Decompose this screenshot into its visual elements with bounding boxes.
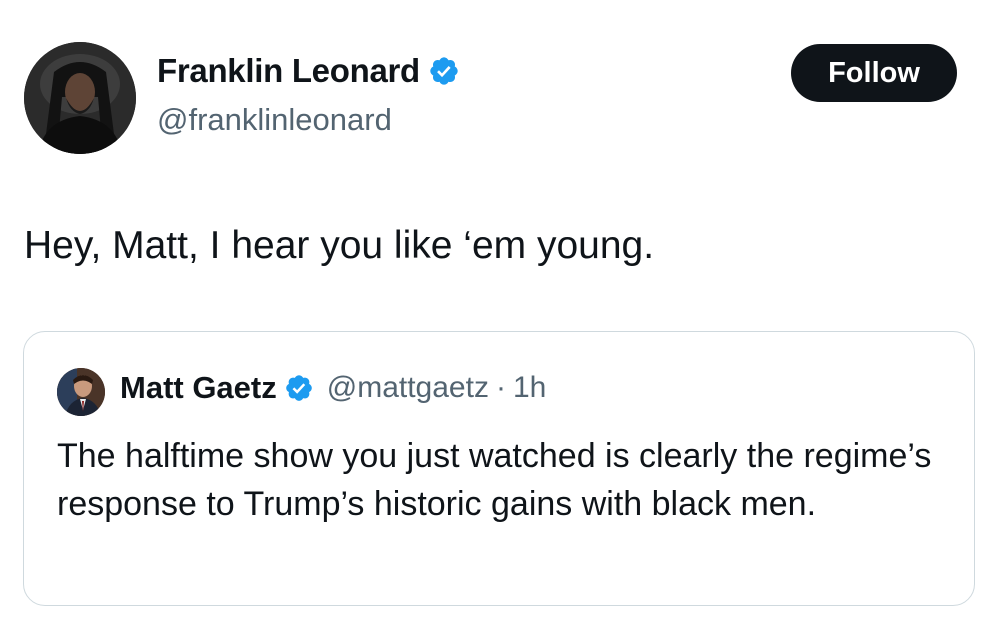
quoted-tweet-header: Matt Gaetz @mattgaetz · 1h xyxy=(120,370,546,406)
quoted-tweet-text: The halftime show you just watched is cl… xyxy=(57,437,932,523)
author-name[interactable]: Franklin Leonard xyxy=(157,52,420,90)
quoted-avatar-image xyxy=(57,368,105,416)
quoted-tweet-card[interactable]: Matt Gaetz @mattgaetz · 1h The halftime … xyxy=(23,331,975,606)
avatar-portrait-image xyxy=(24,42,136,154)
verified-badge-icon xyxy=(428,55,460,87)
quoted-author-name[interactable]: Matt Gaetz xyxy=(120,370,277,406)
tweet-text: Hey, Matt, I hear you like ‘em young. xyxy=(24,224,655,267)
quoted-avatar[interactable] xyxy=(57,368,105,416)
author-handle[interactable]: @franklinleonard xyxy=(157,102,392,138)
quoted-timestamp[interactable]: 1h xyxy=(513,371,546,405)
separator-dot: · xyxy=(495,371,506,404)
quoted-author-handle[interactable]: @mattgaetz xyxy=(327,371,489,405)
verified-badge-icon xyxy=(284,373,314,403)
tweet-container: Franklin Leonard @franklinleonard Follow… xyxy=(0,0,1000,642)
author-name-row: Franklin Leonard xyxy=(157,52,460,90)
avatar[interactable] xyxy=(24,42,136,154)
follow-button[interactable]: Follow xyxy=(791,44,957,102)
